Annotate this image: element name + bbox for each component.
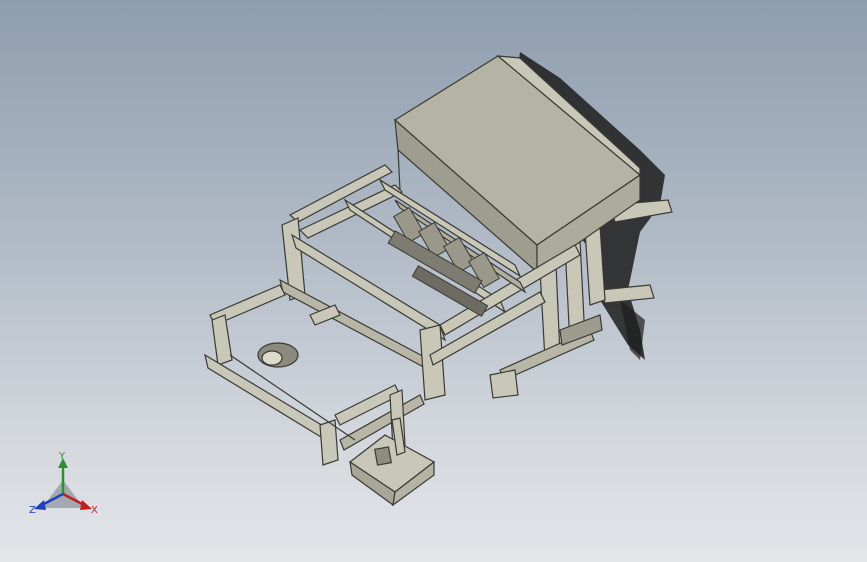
triad-y-label: Y [59,451,66,462]
triad-x-label: X [91,505,98,516]
cad-graphics-viewport[interactable]: Y X Z [0,0,867,562]
triad-z-label: Z [29,505,36,516]
machine-assembly-model[interactable] [0,0,867,562]
